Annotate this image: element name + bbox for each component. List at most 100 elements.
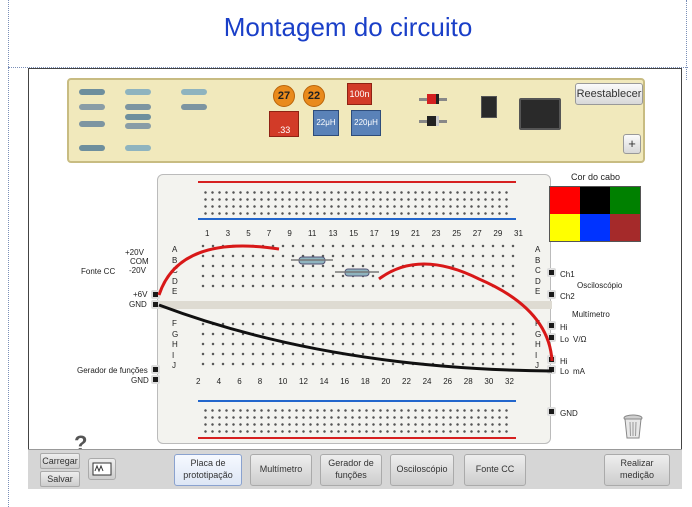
resistor-item[interactable] <box>117 104 159 110</box>
column-number: 10 <box>278 377 288 386</box>
row-letter-left: J <box>172 361 176 370</box>
row-letter-right: C <box>535 266 541 275</box>
tab-fonte-cc[interactable]: Fonte CC <box>464 454 526 486</box>
row-letter-left: I <box>172 350 175 360</box>
column-number: 4 <box>216 377 222 386</box>
component-tray: 27 22 100n .33 22μH 220μH <box>67 78 645 163</box>
column-number: 1 <box>205 229 210 238</box>
jack-hi-bottom[interactable] <box>547 355 556 364</box>
wire-color-swatch[interactable] <box>550 187 580 214</box>
jack-ch2[interactable] <box>547 290 556 299</box>
wire-color-swatch[interactable] <box>610 187 640 214</box>
label-lo-bottom: Lo <box>560 367 569 376</box>
label-gerador: Gerador de funções <box>77 366 148 375</box>
column-number: 24 <box>422 377 432 386</box>
inductor-220uh[interactable]: 220μH <box>351 110 381 136</box>
resistor-item[interactable] <box>71 145 113 151</box>
reset-button[interactable]: Reestablecer <box>575 83 643 105</box>
frame-left-border <box>8 0 9 507</box>
row-letter-right: A <box>535 245 541 254</box>
row-letter-left: E <box>172 287 178 296</box>
trash-icon[interactable] <box>623 414 643 440</box>
column-number: 18 <box>360 377 370 386</box>
column-number: 20 <box>381 377 391 386</box>
row-letter-right: E <box>535 287 541 296</box>
waveform-icon[interactable] <box>88 458 116 480</box>
row-letter-left: D <box>172 276 178 286</box>
label-minus20v: -20V <box>129 266 146 275</box>
capacitor-100n[interactable]: 100n <box>347 83 372 105</box>
bottom-hole-strip <box>202 407 512 433</box>
resistor-item[interactable] <box>173 104 215 110</box>
diode-red-body <box>427 94 439 104</box>
column-number: 8 <box>257 377 263 386</box>
tab-gerador-funcoes[interactable]: Gerador de funções <box>320 454 382 486</box>
transistor-item[interactable] <box>481 96 497 118</box>
jack-gerador-gnd[interactable] <box>151 375 160 384</box>
label-ma: mA <box>573 367 585 376</box>
row-letter-left: C <box>172 266 178 275</box>
resistor-item[interactable] <box>71 89 113 95</box>
label-gnd-right: GND <box>560 409 578 418</box>
bottom-blue-rail <box>198 400 516 402</box>
column-number: 32 <box>505 377 514 386</box>
jack-gerador[interactable] <box>151 365 160 374</box>
row-letter-right: B <box>535 255 541 265</box>
row-letter-left: B <box>172 255 178 265</box>
wire-color-swatch[interactable] <box>580 187 610 214</box>
jack-plus6v[interactable] <box>151 290 160 299</box>
column-number: 5 <box>246 229 251 238</box>
inductor-22uh[interactable]: 22μH <box>313 110 339 136</box>
row-letter-right: G <box>535 329 542 339</box>
tab-multimetro[interactable]: Multímetro <box>250 454 312 486</box>
realizar-medicao-button[interactable]: Realizar medição <box>604 454 670 486</box>
resistor-item[interactable] <box>117 123 159 129</box>
capacitor-27[interactable]: 27 <box>273 85 295 107</box>
center-channel <box>158 301 552 309</box>
label-hi-bottom: Hi <box>560 357 568 366</box>
wire-color-swatch[interactable] <box>550 214 580 241</box>
jack-hi-top[interactable] <box>547 321 556 330</box>
tab-osciloscopio[interactable]: Osciloscópio <box>390 454 454 486</box>
row-letter-right: F <box>535 319 540 328</box>
label-plus20v: +20V <box>125 248 144 257</box>
column-number: 3 <box>225 229 231 238</box>
carregar-button[interactable]: Carregar <box>40 453 80 469</box>
column-number: 6 <box>237 377 242 386</box>
column-number: 16 <box>340 377 350 386</box>
label-lo-top: Lo <box>560 335 569 344</box>
capacitor-33[interactable]: .33 <box>269 111 299 137</box>
tab-placa-prototipacao[interactable]: Placa de prototipação <box>174 454 242 486</box>
wire-color-swatch[interactable] <box>610 214 640 241</box>
jack-lo-top[interactable] <box>547 333 556 342</box>
top-red-rail <box>198 181 516 183</box>
salvar-button[interactable]: Salvar <box>40 471 80 487</box>
add-component-button[interactable]: + <box>623 134 641 154</box>
column-number: 11 <box>308 229 317 238</box>
resistor-item[interactable] <box>173 89 215 95</box>
label-fonte-cc: Fonte CC <box>81 267 116 276</box>
jack-lo-bottom[interactable] <box>547 365 556 374</box>
resistor-item[interactable] <box>117 89 159 95</box>
column-number: 30 <box>484 377 494 386</box>
row-letter-right: J <box>535 361 539 370</box>
label-v-ohm: V/Ω <box>573 335 587 344</box>
jack-ch1[interactable] <box>547 268 556 277</box>
row-letter-left: H <box>172 340 178 349</box>
row-letter-right: D <box>535 276 541 286</box>
breadboard <box>157 174 552 444</box>
resistor-item[interactable] <box>117 145 159 151</box>
row-letter-right: I <box>535 350 538 360</box>
top-blue-rail <box>198 218 516 220</box>
resistor-item[interactable] <box>71 104 113 110</box>
ic-chip-item[interactable] <box>519 98 561 130</box>
capacitor-22[interactable]: 22 <box>303 85 325 107</box>
column-number: 21 <box>411 229 420 238</box>
jack-gnd-right[interactable] <box>547 407 556 416</box>
row-letter-left: G <box>172 329 179 339</box>
top-hole-grid <box>198 241 518 294</box>
wire-color-swatch[interactable] <box>580 214 610 241</box>
jack-gnd[interactable] <box>151 300 160 309</box>
resistor-item[interactable] <box>71 121 113 127</box>
resistor-item[interactable] <box>117 114 159 120</box>
